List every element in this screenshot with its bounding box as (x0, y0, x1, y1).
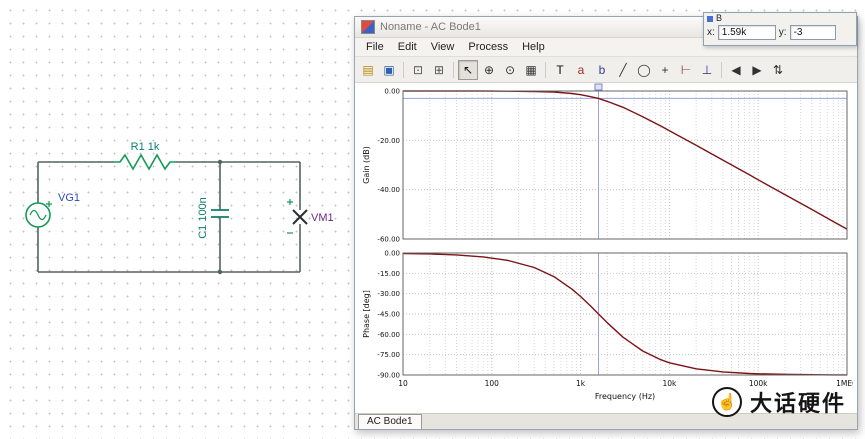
next-curve-icon[interactable]: ▶ (747, 60, 767, 80)
meter-x-icon (292, 209, 308, 225)
grid-toggle-icon[interactable]: ▦ (521, 60, 541, 80)
resistor-label[interactable]: R1 1k (131, 141, 160, 153)
window-title: Noname - AC Bode1 (380, 21, 481, 33)
x-tick-label: 10 (398, 379, 408, 388)
capacitor-symbol[interactable] (211, 209, 229, 218)
plot-frame (402, 90, 848, 240)
text-tool-icon[interactable]: T (550, 60, 570, 80)
cursor-b-tool-icon[interactable]: b (592, 60, 612, 80)
y-tick-label: -20.00 (377, 137, 400, 145)
voltage-generator-symbol[interactable] (25, 201, 52, 228)
x-tick-label: 100 (485, 379, 500, 388)
menu-view[interactable]: View (424, 40, 462, 54)
wires (37, 161, 301, 273)
y-axis-title: Phase [deg] (362, 290, 371, 338)
toolbar-separator (721, 61, 722, 78)
zoom-window-icon[interactable]: ⊙ (500, 60, 520, 80)
y-tick-label: 0.00 (384, 250, 400, 258)
cursor-handle[interactable] (594, 83, 603, 91)
spin-control-icon[interactable]: ⇅ (768, 60, 788, 80)
resistor-symbol[interactable] (114, 153, 176, 171)
ellipse-tool-icon[interactable]: ◯ (634, 60, 654, 80)
cursor-y-field[interactable]: -3 (789, 25, 836, 40)
bode-window: Noname - AC Bode1 File Edit View Process… (354, 16, 858, 430)
line-tool-icon[interactable]: ╱ (613, 60, 633, 80)
cross-tool-icon[interactable]: + (655, 60, 675, 80)
y-tick-label: -15.00 (377, 270, 400, 278)
save-file-icon[interactable]: ▣ (379, 60, 399, 80)
select-cursor-icon[interactable]: ↖ (458, 59, 478, 80)
source-label[interactable]: VG1 (58, 192, 80, 204)
y-tick-label: -75.00 (377, 351, 400, 359)
junction-dot (217, 159, 223, 165)
y-tick-label: -45.00 (377, 311, 400, 319)
zoom-in-icon[interactable]: ⊕ (479, 60, 499, 80)
capacitor-label[interactable]: C1 100n (197, 197, 209, 239)
app-icon (361, 20, 375, 34)
voltmeter-symbol[interactable] (287, 199, 308, 234)
open-file-icon[interactable]: ▤ (358, 60, 378, 80)
desktop: R1 1k VG1 C1 100n VM1 Noname - AC Bode1 … (0, 0, 865, 439)
junction-dot (217, 269, 223, 275)
toolbar-separator (453, 61, 454, 78)
toolbar-separator (403, 61, 404, 78)
phase-bode-plot: 0.00 -15.00 -30.00 -45.00 -60.00 -75.00 -90.00… (362, 250, 853, 402)
y-tick-label: -60.00 (377, 331, 400, 339)
watermark: ☝ 大话硬件 (712, 386, 846, 418)
menu-help[interactable]: Help (515, 40, 552, 54)
cursor-panel-fields: x: 1.59k y: -3 (704, 24, 856, 41)
watermark-text: 大话硬件 (750, 391, 847, 416)
gain-curve (403, 90, 848, 230)
cursor-readout-panel[interactable]: B x: 1.59k y: -3 (703, 12, 857, 46)
y-tick-label: -90.00 (377, 372, 400, 380)
x-tick-label: 1k (576, 379, 586, 388)
cursor-x-label: x: (707, 27, 715, 38)
prev-curve-icon[interactable]: ◀ (726, 60, 746, 80)
copy-icon[interactable]: ⊡ (408, 60, 428, 80)
menu-edit[interactable]: Edit (391, 40, 424, 54)
y-tick-label: -40.00 (377, 186, 400, 194)
menu-process[interactable]: Process (461, 40, 515, 54)
cursor-panel-title-text: B (716, 13, 723, 23)
plus-mark (287, 199, 293, 205)
meter-label[interactable]: VM1 (311, 212, 334, 224)
toolbar-separator (545, 61, 546, 78)
x-axis-title: Frequency (Hz) (595, 392, 655, 401)
axis-x-tool-icon[interactable]: ⊢ (676, 60, 696, 80)
pointing-hand-icon: ☝ (712, 387, 742, 417)
y-tick-label: -30.00 (377, 290, 400, 298)
y-axis-title: Gain (dB) (362, 146, 371, 184)
paste-icon[interactable]: ⊞ (429, 60, 449, 80)
tab-ac-bode1[interactable]: AC Bode1 (358, 414, 422, 429)
bode-charts[interactable]: 0.00 -20.00 -40.00 -60.00 Gain (dB) 0.00 -15.0… (357, 83, 853, 409)
x-tick-label: 10k (662, 379, 677, 388)
cursor-panel-title: B (704, 13, 856, 24)
y-tick-label: 0.00 (384, 88, 400, 96)
cursor-b-icon (707, 15, 713, 22)
cursor-x-field[interactable]: 1.59k (717, 25, 776, 40)
toolbar: ▤ ▣ ⊡ ⊞ ↖ ⊕ ⊙ ▦ Ta b ╱ ◯ + ⊢ ⊥ ◀ ▶ ⇅ (355, 57, 857, 83)
y-tick-label: -60.00 (377, 236, 400, 244)
plot-area: 0.00 -20.00 -40.00 -60.00 Gain (dB) 0.00 -15.0… (355, 83, 857, 413)
gain-bode-plot: 0.00 -20.00 -40.00 -60.00 Gain (dB) (362, 83, 848, 244)
circuit-schematic[interactable]: R1 1k VG1 C1 100n VM1 (0, 0, 360, 439)
cursor-a-tool-icon[interactable]: a (571, 60, 591, 80)
menu-file[interactable]: File (359, 40, 391, 54)
cursor-y-label: y: (778, 27, 787, 38)
axis-y-tool-icon[interactable]: ⊥ (697, 60, 717, 80)
